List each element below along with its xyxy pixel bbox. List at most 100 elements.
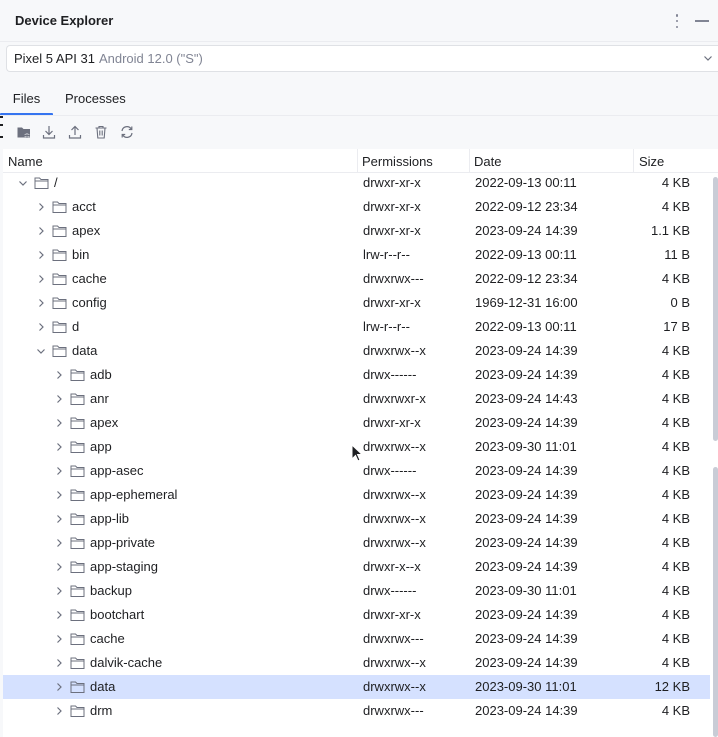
folder-icon [70,681,85,693]
table-row[interactable]: app-staging drwxr-x--x 2023-09-24 14:39 4 K… [3,555,710,579]
column-header-size[interactable]: Size [639,149,664,173]
chevron-right-icon[interactable] [36,202,46,212]
file-permissions: drwxrwx--- [363,631,424,646]
file-date: 2023-09-24 14:39 [475,703,578,718]
table-row[interactable]: apex drwxr-xr-x 2023-09-24 14:39 1.1 KB [3,219,710,243]
chevron-right-icon[interactable] [54,394,64,404]
table-row[interactable]: apex drwxr-xr-x 2023-09-24 14:39 4 KB [3,411,710,435]
table-row[interactable]: dalvik-cache drwxrwx--x 2023-09-24 14:39 4 … [3,651,710,675]
table-row[interactable]: cache drwxrwx--- 2022-09-12 23:34 4 KB [3,267,710,291]
folder-icon [70,417,85,429]
download-button[interactable] [39,122,59,142]
chevron-right-icon[interactable] [54,634,64,644]
more-options-icon[interactable] [671,12,683,30]
tab-files-label: Files [12,90,41,106]
chevron-right-icon[interactable] [36,322,46,332]
table-row[interactable]: data drwxrwx--x 2023-09-24 14:39 4 KB [3,339,710,363]
table-header: Name Permissions Date Size [3,149,718,173]
chevron-right-icon[interactable] [54,370,64,380]
file-date: 2022-09-13 00:11 [475,247,577,262]
file-name: data [72,343,98,358]
table-row[interactable]: acct drwxr-xr-x 2022-09-12 23:34 4 KB [3,195,710,219]
chevron-right-icon[interactable] [36,250,46,260]
chevron-down-icon[interactable] [36,346,46,356]
scrollbar-thumb[interactable] [713,177,718,441]
table-row[interactable]: bin lrw-r--r-- 2022-09-13 00:11 11 B [3,243,710,267]
table-row[interactable]: cache drwxrwx--- 2023-09-24 14:39 4 KB [3,627,710,651]
upload-button[interactable] [65,122,85,142]
chevron-right-icon[interactable] [54,658,64,668]
hide-window-icon[interactable] [695,20,709,22]
table-row[interactable]: app-asec drwx------ 2023-09-24 14:39 4 KB [3,459,710,483]
chevron-right-icon[interactable] [54,538,64,548]
file-permissions: drwx------ [363,367,417,382]
chevron-right-icon[interactable] [54,466,64,476]
device-name: Pixel 5 API 31 [14,51,95,66]
file-permissions: drwxrwx--x [363,511,426,526]
file-permissions: drwxrwx--- [363,271,424,286]
chevron-right-icon[interactable] [54,562,64,572]
file-date: 2023-09-30 11:01 [475,583,577,598]
chevron-right-icon[interactable] [54,610,64,620]
file-size: 17 B [663,319,690,334]
folder-icon [70,609,85,621]
folder-icon [70,513,85,525]
file-size: 4 KB [661,439,690,454]
scrollbar-thumb-lower[interactable] [713,467,718,737]
table-row[interactable]: app-private drwxrwx--x 2023-09-24 14:39 4 K… [3,531,710,555]
table-row[interactable]: backup drwx------ 2023-09-30 11:01 4 KB [3,579,710,603]
file-table: Name Permissions Date Size / drwxr-xr-x 20… [3,149,718,737]
refresh-icon [121,126,133,138]
file-permissions: drwxr-xr-x [363,295,421,310]
file-size: 4 KB [661,271,690,286]
column-header-name[interactable]: Name [8,149,43,173]
table-row[interactable]: adb drwx------ 2023-09-24 14:39 4 KB [3,363,710,387]
column-header-permissions[interactable]: Permissions [362,149,433,173]
table-row[interactable]: app-ephemeral drwxrwx--x 2023-09-24 14:39 4… [3,483,710,507]
table-row[interactable]: anr drwxrwxr-x 2023-09-24 14:43 4 KB [3,387,710,411]
chevron-right-icon[interactable] [54,490,64,500]
file-name: drm [90,703,113,718]
file-name: acct [72,199,96,214]
device-selector[interactable]: Pixel 5 API 31 Android 12.0 ("S") [6,45,718,72]
column-divider[interactable] [469,149,470,173]
chevron-right-icon[interactable] [54,586,64,596]
chevron-right-icon[interactable] [36,298,46,308]
file-date: 2022-09-12 23:34 [475,199,578,214]
table-row[interactable]: d lrw-r--r-- 2022-09-13 00:11 17 B [3,315,710,339]
folder-icon [52,249,67,261]
table-row[interactable]: data drwxrwx--x 2023-09-30 11:01 12 KB [3,675,710,699]
table-row[interactable]: app-lib drwxrwx--x 2023-09-24 14:39 4 KB [3,507,710,531]
column-divider[interactable] [357,149,358,173]
file-date: 2023-09-24 14:39 [475,463,578,478]
file-date: 2023-09-24 14:39 [475,631,578,646]
file-permissions: drwxrwx--x [363,655,426,670]
column-divider[interactable] [633,149,634,173]
column-header-date[interactable]: Date [474,149,501,173]
chevron-right-icon[interactable] [54,682,64,692]
table-row[interactable]: config drwxr-xr-x 1969-12-31 16:00 0 B [3,291,710,315]
chevron-right-icon[interactable] [54,514,64,524]
delete-button[interactable] [91,122,111,142]
chevron-right-icon[interactable] [36,226,46,236]
file-size: 4 KB [661,535,690,550]
table-row[interactable]: / drwxr-xr-x 2022-09-13 00:11 4 KB [3,171,710,195]
file-date: 2023-09-24 14:39 [475,655,578,670]
chevron-right-icon[interactable] [36,274,46,284]
tab-files[interactable]: Files [0,80,53,116]
chevron-down-icon[interactable] [18,178,28,188]
vertical-scrollbar[interactable] [710,177,718,737]
file-size: 4 KB [661,415,690,430]
delete-icon [95,125,107,139]
chevron-right-icon[interactable] [54,418,64,428]
table-row[interactable]: bootchart drwxr-xr-x 2023-09-24 14:39 4 KB [3,603,710,627]
folder-icon [70,705,85,717]
refresh-button[interactable] [117,122,137,142]
chevron-right-icon[interactable] [54,442,64,452]
folder-icon [70,465,85,477]
table-row[interactable]: drm drwxrwx--- 2023-09-24 14:39 4 KB [3,699,710,723]
new-folder-button[interactable] [14,122,34,142]
folder-icon [70,537,85,549]
chevron-right-icon[interactable] [54,706,64,716]
tab-processes[interactable]: Processes [65,80,126,116]
